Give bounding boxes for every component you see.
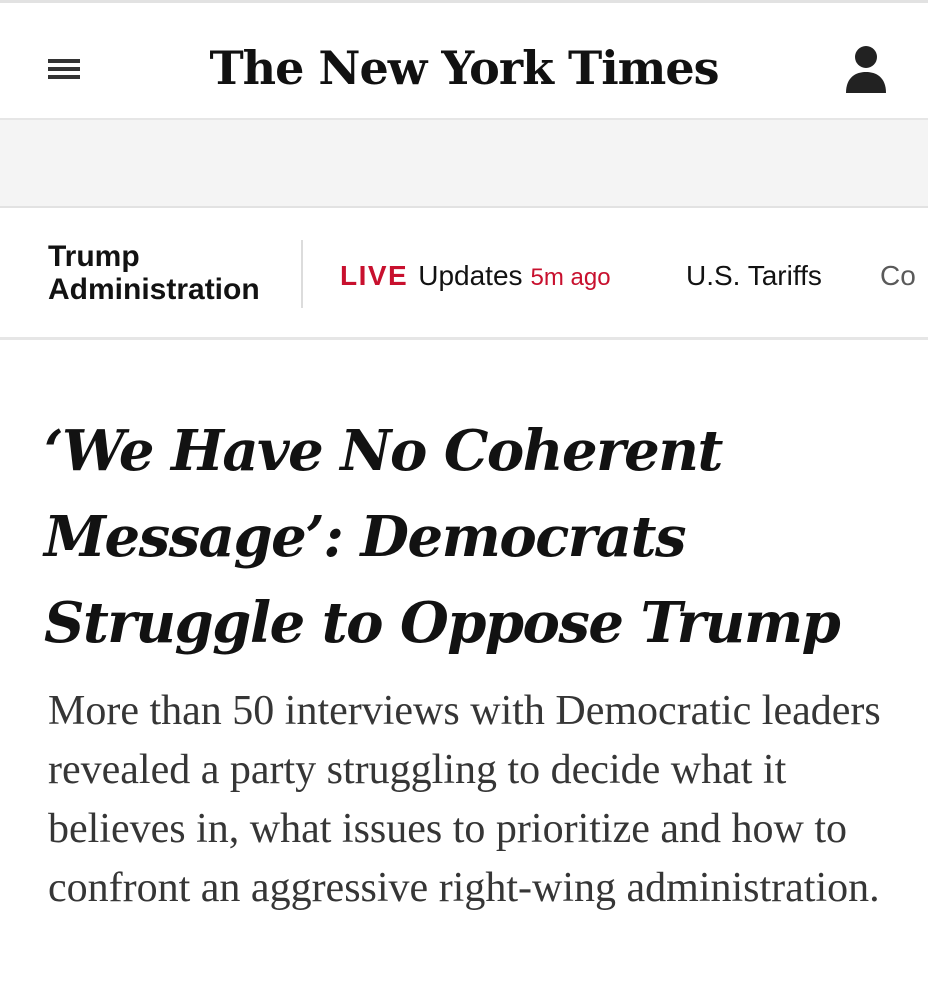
account-icon-graphic bbox=[846, 46, 886, 93]
subnav-item-us-tariffs[interactable]: U.S. Tariffs bbox=[686, 256, 822, 296]
article-headline[interactable]: ‘We Have No Coherent Message’: Democrats… bbox=[44, 408, 904, 666]
menu-line bbox=[48, 75, 80, 79]
live-updates-label: Updates bbox=[418, 260, 523, 291]
hamburger-menu-icon[interactable] bbox=[44, 51, 84, 87]
ad-placeholder-band bbox=[0, 120, 928, 208]
article-summary: More than 50 interviews with Democratic … bbox=[48, 688, 881, 911]
subnav-divider bbox=[301, 240, 303, 308]
top-bar: The New York Times bbox=[0, 0, 928, 120]
live-badge: LIVE bbox=[340, 260, 409, 291]
menu-line bbox=[48, 67, 80, 71]
masthead-logo[interactable]: The New York Times bbox=[200, 33, 728, 103]
subnav-item-truncated[interactable]: Co bbox=[880, 256, 916, 296]
menu-line bbox=[48, 59, 80, 63]
person-icon[interactable] bbox=[840, 41, 892, 97]
live-updates-link[interactable]: LIVE Updates 5m ago bbox=[340, 256, 611, 296]
section-title[interactable]: Trump Administration bbox=[48, 240, 288, 306]
live-timestamp: 5m ago bbox=[530, 264, 611, 291]
section-subnav: Trump Administration LIVE Updates 5m ago U… bbox=[0, 208, 928, 340]
